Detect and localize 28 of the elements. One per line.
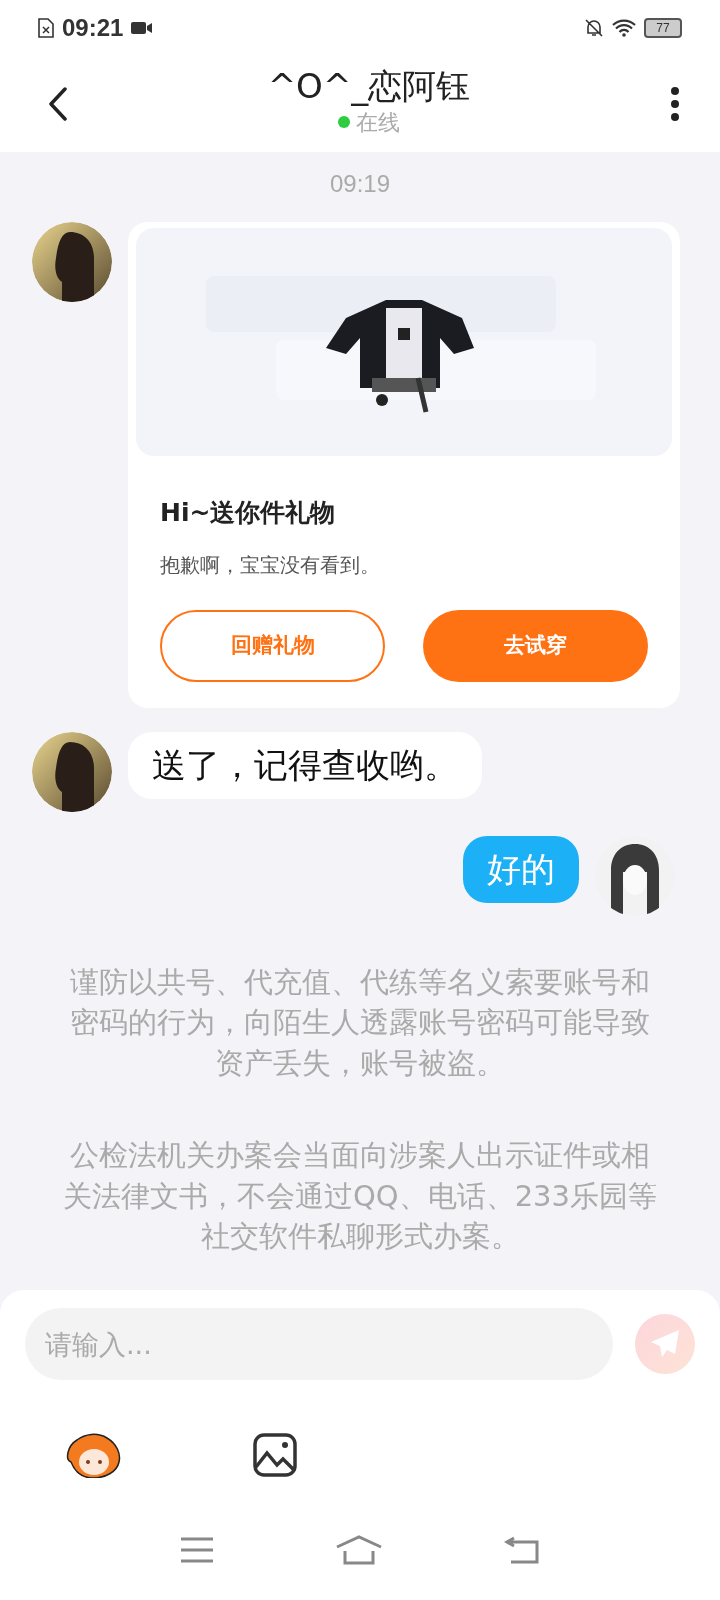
file-error-icon [38,17,54,38]
contact-name: ^O^_恋阿钰 [267,68,471,106]
safety-notice: 公检法机关办案会当面向涉案人出示证件或相关法律文书，不会通过QQ、电话、233乐园等社交软件私聊形式办案。 [62,1137,658,1256]
clock-time: 09:21 [62,12,124,43]
message-time: 09:19 [328,169,392,199]
return-gift-button[interactable]: 回赠礼物 [160,609,385,682]
message-bubble: 送了，记得查收哟。 [128,731,482,800]
send-icon [649,1329,681,1359]
battery-level: 77 [644,17,682,38]
video-camera-icon [131,20,154,35]
gift-title: Hi~送你件礼物 [160,497,337,529]
mascot-emoji-icon[interactable] [65,1432,123,1478]
home-icon[interactable] [335,1535,383,1565]
image-icon[interactable] [253,1433,297,1477]
wifi-icon [612,18,636,37]
back-icon[interactable] [48,86,68,121]
online-status: 在线 [356,108,400,137]
avatar[interactable] [595,835,675,916]
avatar[interactable] [32,222,112,302]
bell-muted-icon [584,17,604,38]
avatar[interactable] [32,731,112,812]
message-bubble: 好的 [463,835,579,904]
safety-notice: 谨防以共号、代充值、代练等名义索要账号和密码的行为，向陌生人透露账号密码可能导致资产丢失，账号被盗。 [69,963,651,1082]
try-on-button[interactable]: 去试穿 [423,609,648,682]
message-input[interactable]: 请输入... [25,1308,613,1380]
more-icon[interactable] [670,86,680,121]
gift-message: 抱歉啊，宝宝没有看到。 [160,551,381,579]
menu-icon[interactable] [180,1537,215,1563]
